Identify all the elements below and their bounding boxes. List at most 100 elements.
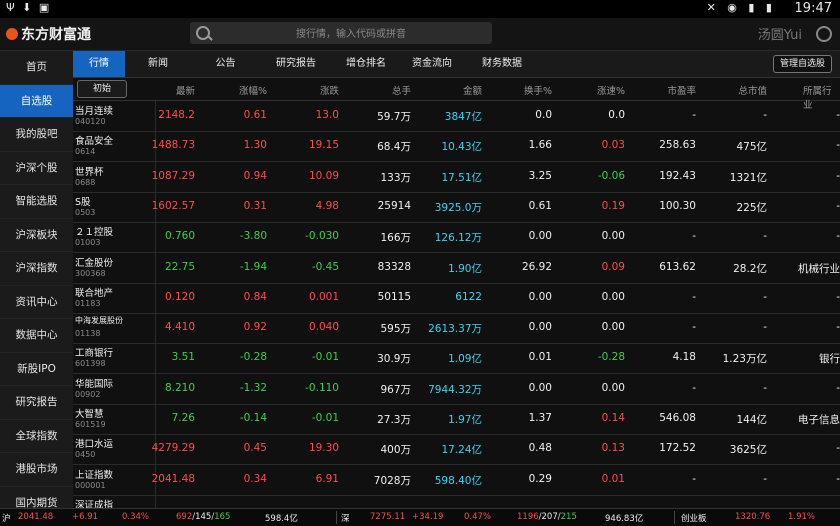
table-row[interactable]: 工商银行 601398 3.51 -0.28 -0.01 30.9万 1.09亿 0.01 -0… [73,343,840,375]
search-input[interactable] [214,24,488,44]
table-row[interactable]: 世界杯 0688 1087.29 0.94 10.09 133万 17.51亿 3.25 -0.… [73,161,840,193]
search-box[interactable] [190,22,492,44]
clock: 19:47 [794,1,832,16]
cell-amt: 17.51亿 [441,171,482,184]
sidebar-item-3[interactable]: 沪深个股 [0,152,73,185]
sidebar-item-8[interactable]: 数据中心 [0,319,73,353]
cell-cap: 144亿 [736,414,767,426]
cell-chg: -0.110 [305,381,339,394]
stock-name: 联合地产 [75,287,114,299]
table-row[interactable]: 港口水运 0450 4279.29 0.45 19.30 400万 17.24亿 0.48 0.… [73,434,840,466]
sidebar-item-12[interactable]: 港股市场 [0,453,73,487]
column-header-3[interactable]: 总手 [392,83,411,97]
stock-name-cell[interactable]: 世界杯 0688 [73,161,156,192]
table-row[interactable]: 大智慧 601519 7.26 -0.14 -0.01 27.3万 1.97亿 1.37 0.1… [73,404,840,435]
stock-code: 000001 [75,480,106,490]
stock-name-cell[interactable]: ２１控股 01003 [73,222,156,253]
tab-3[interactable]: 研究报告 [260,51,332,77]
cell-pct: 0.45 [243,442,267,455]
cell-chg: 13.0 [315,109,339,121]
stock-name-cell[interactable]: 汇金股份 300368 [73,252,156,283]
cell-turn: 26.92 [521,260,552,273]
cell-industry: - [836,199,840,212]
column-header-5[interactable]: 换手% [524,83,552,97]
stock-name-cell[interactable]: 当月连续 040120 [73,101,156,131]
column-header-7[interactable]: 市盈率 [667,83,696,97]
tab-5[interactable]: 资金流向 [400,51,464,77]
cell-speed: 0.09 [601,260,625,273]
sz-index-pct: 0.47% [464,512,492,522]
cell-last: 0.120 [164,290,195,303]
cell-speed: -0.28 [597,351,625,364]
cell-vol: 68.4万 [377,141,411,154]
search-icon[interactable] [196,26,210,40]
sidebar-item-0[interactable]: 首页 [0,51,73,85]
sidebar-item-2[interactable]: 我的股吧 [0,118,73,152]
sidebar-item-6[interactable]: 沪深指数 [0,252,73,286]
stock-name-cell[interactable]: 港口水运 0450 [73,434,156,465]
column-header-1[interactable]: 涨幅% [239,83,267,97]
cell-turn: 3.25 [528,169,552,182]
cell-cap: - [763,230,767,243]
stock-code: 0503 [75,207,96,217]
table-row[interactable]: 上证指数 000001 2041.48 0.34 6.91 7028万 598.40亿 0.2… [73,464,840,496]
table-row[interactable]: 汇金股份 300368 22.75 -1.94 -0.45 83328 1.90亿 26.92… [73,252,840,284]
cell-last: 2041.48 [151,472,195,485]
tab-0[interactable]: 行情 [73,51,125,77]
stock-name-cell[interactable]: S股 0503 [73,191,156,222]
column-header-8[interactable]: 总市值 [738,83,767,97]
cell-pe: - [692,321,696,334]
sidebar-item-5[interactable]: 沪深板块 [0,219,73,252]
stock-name-cell[interactable]: 联合地产 01183 [73,282,156,313]
tab-6[interactable]: 财务数据 [464,51,540,77]
table-row[interactable]: S股 0503 1602.57 0.31 4.98 25914 3925.0万 0.61 0.1… [73,191,840,223]
stock-code: 01138 [75,329,101,339]
table-header: 初始 最新 涨幅% 涨跌 总手 金额 换手% 涨速% 市盈率 总市值 所属行业 [73,78,840,111]
cell-pe: 258.63 [659,139,696,152]
stock-name-cell[interactable]: 深证成指 [73,494,156,508]
stock-name-cell[interactable]: 食品安全 0614 [73,131,156,162]
stock-name-cell[interactable]: 中海发展股份 01138 [73,313,156,344]
cell-speed: -0.06 [597,169,625,182]
column-header-4[interactable]: 金额 [463,83,482,97]
sidebar-item-11[interactable]: 全球指数 [0,420,73,453]
cell-vol: 7028万 [373,474,411,487]
sidebar-item-10[interactable]: 研究报告 [0,386,73,420]
table-row[interactable]: 深证成指 [73,494,840,508]
app-logo[interactable]: 东方财富通 [6,24,91,44]
init-sort-button[interactable]: 初始 [77,80,127,98]
sz-breadth-down: 215 [560,512,577,522]
table-row[interactable]: ２１控股 01003 0.760 -3.80 -0.030 166万 126.12万 0.00… [73,222,840,254]
sidebar-item-1[interactable]: 自选股 [0,84,73,118]
column-header-0[interactable]: 最新 [176,83,195,97]
manage-watchlist-button[interactable]: 管理自选股 [772,55,832,73]
stock-code: 0614 [75,147,96,157]
stock-name: ２１控股 [75,227,114,239]
table-row[interactable]: 当月连续 040120 2148.2 0.61 13.0 59.7万 3847亿 0.0 0.0… [73,101,840,132]
stock-name-cell[interactable]: 上证指数 000001 [73,464,156,495]
tab-1[interactable]: 新闻 [125,51,191,77]
stock-name-cell[interactable]: 华能国际 00902 [73,373,156,404]
cell-pct: -1.32 [239,381,267,394]
cell-speed: 0.13 [601,442,625,455]
cell-speed: 0.00 [601,381,625,394]
gear-icon[interactable] [816,26,832,42]
sidebar-item-7[interactable]: 资讯中心 [0,286,73,319]
cell-chg: -0.01 [311,412,339,424]
table-row[interactable]: 食品安全 0614 1488.73 1.30 19.15 68.4万 10.43亿 1.66 0… [73,131,840,163]
cell-turn: 0.00 [528,321,552,334]
sidebar-item-4[interactable]: 智能选股 [0,185,73,219]
username[interactable]: 汤圆Yui [758,24,802,43]
table-row[interactable]: 联合地产 01183 0.120 0.84 0.001 50115 6122 0.00 0.00… [73,282,840,314]
sidebar-item-9[interactable]: 新股IPO [0,353,73,386]
cell-amt: 1.97亿 [448,414,482,426]
cell-cap: 225亿 [736,201,767,214]
tab-4[interactable]: 增仓排名 [332,51,400,77]
table-row[interactable]: 中海发展股份 01138 4.410 0.92 0.040 595万 2613.37万 0.0… [73,313,840,345]
column-header-6[interactable]: 涨速% [597,83,625,97]
stock-name-cell[interactable]: 大智慧 601519 [73,404,156,434]
tab-2[interactable]: 公告 [191,51,260,77]
column-header-2[interactable]: 涨跌 [320,83,339,97]
table-row[interactable]: 华能国际 00902 8.210 -1.32 -0.110 967万 7944.32万 0.0… [73,373,840,405]
stock-name-cell[interactable]: 工商银行 601398 [73,343,156,374]
